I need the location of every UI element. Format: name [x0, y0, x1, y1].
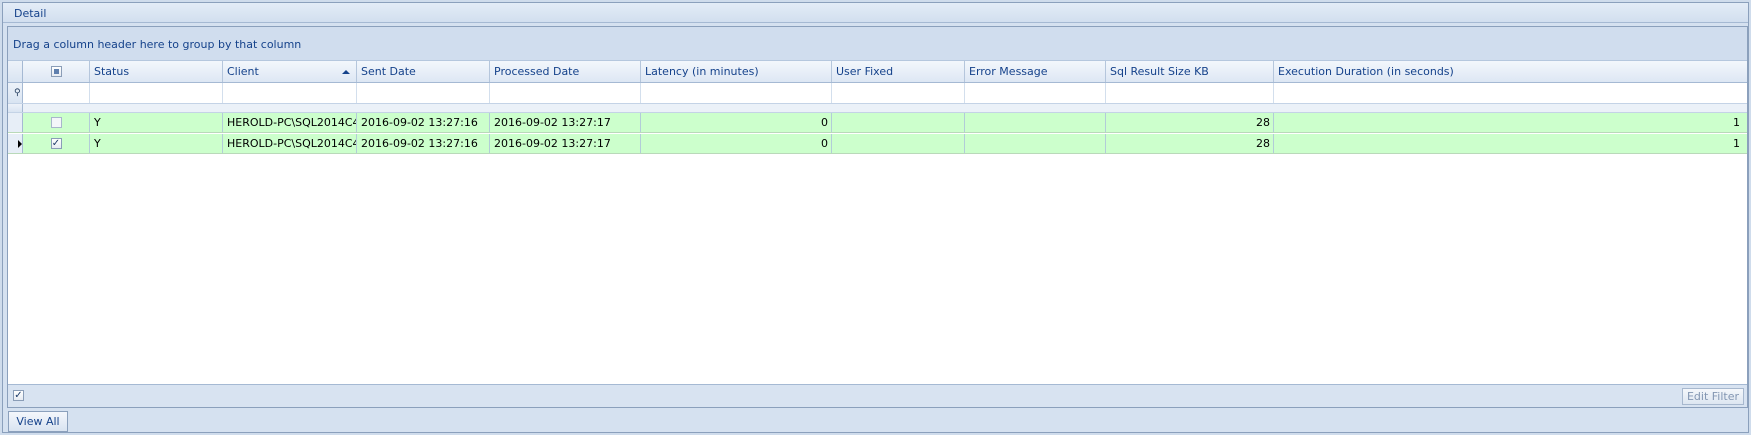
- cell-error-message[interactable]: [965, 113, 1106, 132]
- row-checkbox[interactable]: [50, 117, 62, 128]
- cell-processed-date[interactable]: 2016-09-02 13:27:17: [490, 134, 641, 153]
- column-header-sent-date[interactable]: Sent Date: [357, 61, 490, 82]
- row-pointer-icon: [18, 139, 22, 148]
- row-separator: [8, 104, 1747, 113]
- filter-panel: ✓ Edit Filter: [8, 384, 1747, 407]
- sort-ascending-icon: [342, 69, 350, 74]
- cell-user-fixed[interactable]: [832, 134, 965, 153]
- group-by-panel[interactable]: Drag a column header here to group by th…: [8, 27, 1747, 61]
- row-select-cell[interactable]: [23, 113, 90, 132]
- row-checkbox[interactable]: ✓: [50, 138, 62, 149]
- row-indicator[interactable]: [8, 113, 23, 132]
- edit-filter-button[interactable]: Edit Filter: [1681, 388, 1744, 405]
- filter-cell-latency[interactable]: [641, 83, 832, 103]
- select-all-header[interactable]: [23, 61, 90, 82]
- cell-execution-duration[interactable]: 1: [1274, 113, 1743, 132]
- indicator-header: [8, 61, 23, 82]
- cell-sql-result-size[interactable]: 28: [1106, 134, 1274, 153]
- filter-cell-error-message[interactable]: [965, 83, 1106, 103]
- detail-grid: Drag a column header here to group by th…: [7, 26, 1748, 408]
- table-row[interactable]: ✓ Y HEROLD-PC\SQL2014C4S... 2016-09-02 1…: [8, 134, 1747, 154]
- filter-cell-client[interactable]: [223, 83, 357, 103]
- auto-filter-row: ⚲: [8, 83, 1747, 104]
- column-header-processed-date[interactable]: Processed Date: [490, 61, 641, 82]
- cell-error-message[interactable]: [965, 134, 1106, 153]
- column-header-execution-duration[interactable]: Execution Duration (in seconds): [1274, 61, 1743, 82]
- filter-cell-select[interactable]: [23, 83, 90, 103]
- filter-enabled-checkbox[interactable]: ✓: [13, 390, 24, 401]
- detail-panel: Detail Drag a column header here to grou…: [2, 2, 1749, 433]
- filter-cell-execution-duration[interactable]: [1274, 83, 1743, 103]
- column-header-latency[interactable]: Latency (in minutes): [641, 61, 832, 82]
- column-header-status[interactable]: Status: [90, 61, 223, 82]
- row-select-cell[interactable]: ✓: [23, 134, 90, 153]
- cell-sent-date[interactable]: 2016-09-02 13:27:16: [357, 134, 490, 153]
- filter-cell-user-fixed[interactable]: [832, 83, 965, 103]
- row-indicator[interactable]: [8, 134, 23, 153]
- table-row[interactable]: Y HEROLD-PC\SQL2014C4S... 2016-09-02 13:…: [8, 113, 1747, 133]
- view-all-button[interactable]: View All: [8, 411, 68, 432]
- panel-title: Detail: [3, 3, 1748, 23]
- pin-icon: ⚲: [14, 88, 21, 98]
- column-header-user-fixed[interactable]: User Fixed: [832, 61, 965, 82]
- cell-latency[interactable]: 0: [641, 134, 832, 153]
- select-all-checkbox[interactable]: [50, 66, 62, 77]
- filter-cell-status[interactable]: [90, 83, 223, 103]
- cell-processed-date[interactable]: 2016-09-02 13:27:17: [490, 113, 641, 132]
- filter-cell-sent-date[interactable]: [357, 83, 490, 103]
- cell-user-fixed[interactable]: [832, 113, 965, 132]
- cell-sent-date[interactable]: 2016-09-02 13:27:16: [357, 113, 490, 132]
- cell-status[interactable]: Y: [90, 113, 223, 132]
- filter-cell-sql-result-size[interactable]: [1106, 83, 1274, 103]
- cell-status[interactable]: Y: [90, 134, 223, 153]
- column-header-row: Status Client Sent Date Processed Date L…: [8, 61, 1747, 83]
- column-header-sql-result-size[interactable]: Sql Result Size KB: [1106, 61, 1274, 82]
- filter-cell-processed-date[interactable]: [490, 83, 641, 103]
- cell-latency[interactable]: 0: [641, 113, 832, 132]
- column-header-error-message[interactable]: Error Message: [965, 61, 1106, 82]
- cell-client[interactable]: HEROLD-PC\SQL2014C4S...: [223, 134, 357, 153]
- filter-row-indicator: ⚲: [8, 83, 23, 103]
- cell-client[interactable]: HEROLD-PC\SQL2014C4S...: [223, 113, 357, 132]
- cell-execution-duration[interactable]: 1: [1274, 134, 1743, 153]
- column-header-client[interactable]: Client: [223, 61, 357, 82]
- cell-sql-result-size[interactable]: 28: [1106, 113, 1274, 132]
